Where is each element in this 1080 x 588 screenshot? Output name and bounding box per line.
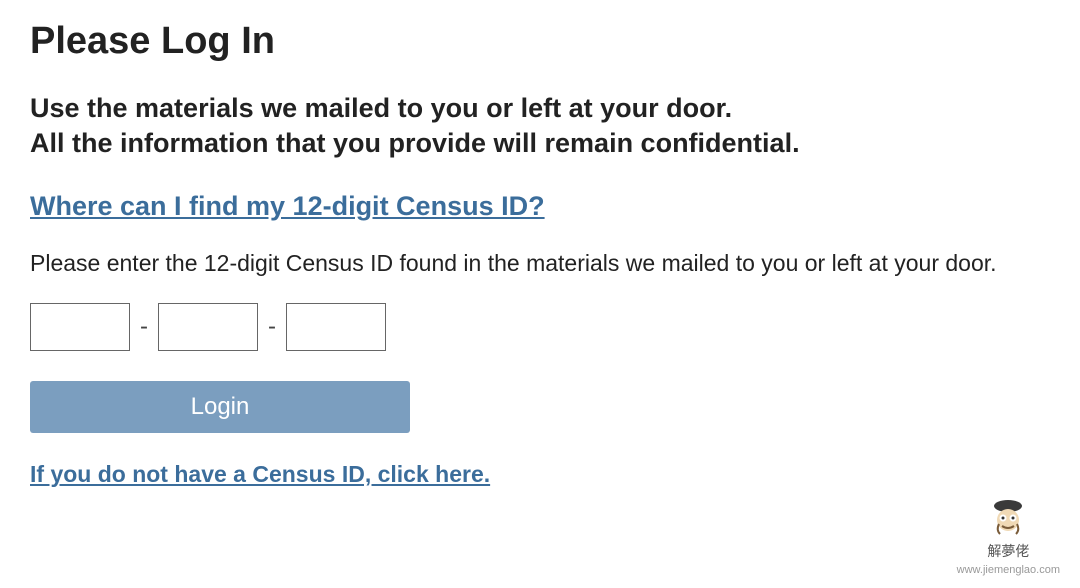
watermark: 解夢佬 www.jiemenglao.com	[957, 498, 1060, 576]
intro-line-1: Use the materials we mailed to you or le…	[30, 91, 1050, 126]
watermark-url: www.jiemenglao.com	[957, 564, 1060, 576]
no-census-id-link[interactable]: If you do not have a Census ID, click he…	[30, 461, 490, 488]
login-button[interactable]: Login	[30, 381, 410, 433]
intro-line-2: All the information that you provide wil…	[30, 126, 1050, 161]
census-id-part-3[interactable]	[286, 303, 386, 351]
page-title: Please Log In	[30, 20, 1050, 63]
census-id-input-row: - -	[30, 303, 1050, 351]
census-id-part-1[interactable]	[30, 303, 130, 351]
instruction-text: Please enter the 12-digit Census ID foun…	[30, 248, 1050, 279]
find-census-id-link[interactable]: Where can I find my 12-digit Census ID?	[30, 191, 545, 222]
separator-2: -	[268, 313, 276, 341]
separator-1: -	[140, 313, 148, 341]
census-id-part-2[interactable]	[158, 303, 258, 351]
intro-text: Use the materials we mailed to you or le…	[30, 91, 1050, 161]
watermark-logo-icon	[986, 498, 1030, 538]
watermark-brand: 解夢佬	[987, 541, 1029, 561]
